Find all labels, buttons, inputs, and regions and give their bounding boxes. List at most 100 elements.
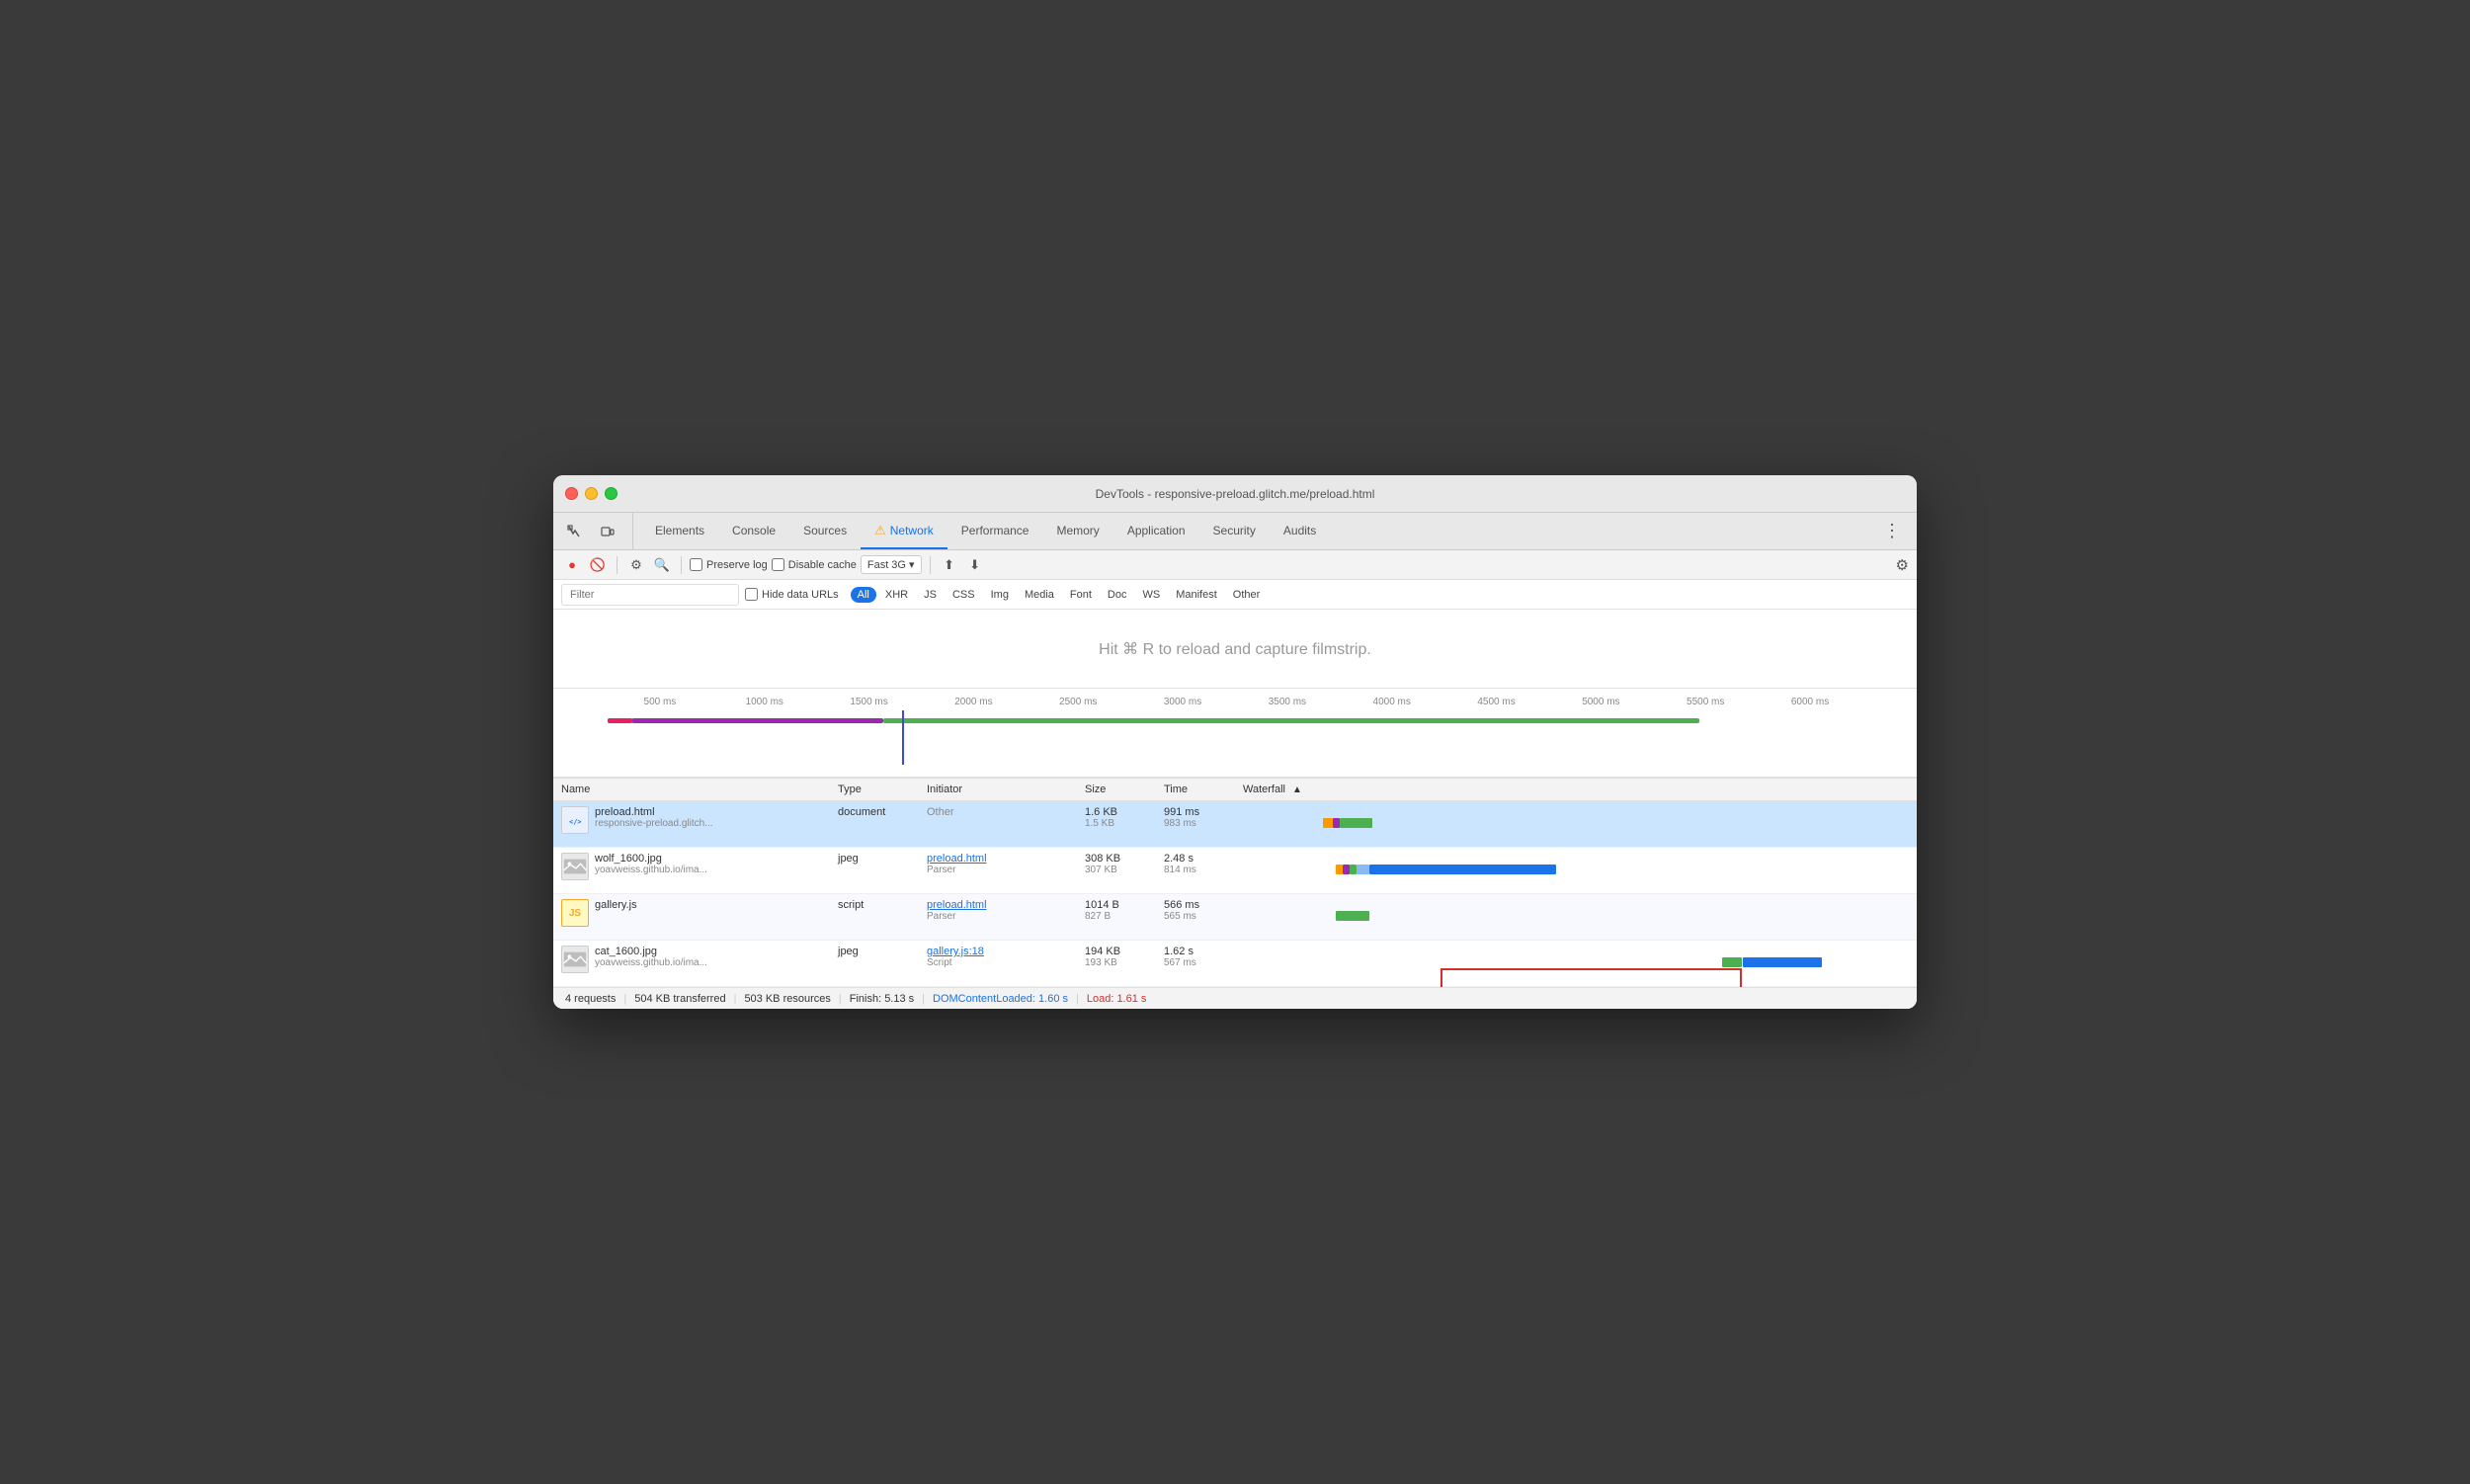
tick-1500: 1500 ms (817, 697, 922, 707)
tick-3000: 3000 ms (1130, 697, 1235, 707)
tick-6000: 6000 ms (1758, 697, 1862, 707)
hide-data-urls-label[interactable]: Hide data URLs (745, 588, 839, 601)
network-table: Name Type Initiator Size Time Waterfall … (553, 778, 1917, 987)
table-header-row: Name Type Initiator Size Time Waterfall … (553, 779, 1917, 801)
type-cell: jpeg (830, 848, 919, 894)
tab-audits[interactable]: Audits (1270, 513, 1330, 549)
waterfall-cell-1 (1235, 801, 1917, 848)
disable-cache-checkbox[interactable] (772, 558, 784, 571)
tab-performance[interactable]: Performance (947, 513, 1043, 549)
throttle-dropdown[interactable]: Fast 3G ▾ (861, 555, 922, 574)
table-row[interactable]: wolf_1600.jpg yoavweiss.github.io/ima...… (553, 848, 1917, 894)
size-cell: 194 KB 193 KB (1077, 941, 1156, 987)
close-button[interactable] (565, 487, 578, 500)
name-cell: wolf_1600.jpg yoavweiss.github.io/ima... (553, 848, 830, 894)
tab-security[interactable]: Security (1199, 513, 1270, 549)
import-button[interactable]: ⬆ (939, 554, 960, 576)
filter-all[interactable]: All (851, 587, 876, 603)
col-time[interactable]: Time (1156, 779, 1235, 801)
name-text: cat_1600.jpg yoavweiss.github.io/ima... (595, 946, 707, 968)
record-button[interactable]: ● (561, 554, 583, 576)
chevron-down-icon: ▾ (909, 558, 915, 571)
table-wrap: Name Type Initiator Size Time Waterfall … (553, 778, 1917, 987)
filter-icon[interactable]: ⚙ (625, 554, 647, 576)
tick-5000: 5000 ms (1548, 697, 1653, 707)
name-cell: JS gallery.js (553, 894, 830, 941)
disable-cache-label[interactable]: Disable cache (772, 558, 857, 571)
filter-doc[interactable]: Doc (1101, 587, 1134, 603)
col-size[interactable]: Size (1077, 779, 1156, 801)
filter-manifest[interactable]: Manifest (1169, 587, 1224, 603)
tab-network[interactable]: ⚠ Network (861, 513, 947, 549)
filter-font[interactable]: Font (1063, 587, 1099, 603)
tabs: Elements Console Sources ⚠ Network Perfo… (641, 513, 1875, 549)
table-row[interactable]: </> preload.html responsive-preload.glit… (553, 801, 1917, 848)
col-waterfall[interactable]: Waterfall ▲ (1235, 779, 1917, 801)
filter-img[interactable]: Img (984, 587, 1016, 603)
load-time: Load: 1.61 s (1087, 993, 1147, 1005)
filter-types: All XHR JS CSS Img Media Font Doc WS Man… (851, 587, 1268, 603)
file-icon-img (561, 853, 589, 880)
filter-input[interactable] (561, 584, 739, 606)
col-type[interactable]: Type (830, 779, 919, 801)
table-row[interactable]: cat_1600.jpg yoavweiss.github.io/ima... … (553, 941, 1917, 987)
filter-ws[interactable]: WS (1135, 587, 1167, 603)
more-tabs-button[interactable]: ⋮ (1875, 513, 1909, 549)
export-button[interactable]: ⬇ (964, 554, 986, 576)
tab-console[interactable]: Console (718, 513, 789, 549)
window-title: DevTools - responsive-preload.glitch.me/… (1096, 487, 1375, 501)
file-icon-js: JS (561, 899, 589, 927)
resources-size: 503 KB resources (744, 993, 830, 1005)
tick-1000: 1000 ms (712, 697, 817, 707)
minimize-button[interactable] (585, 487, 598, 500)
waterfall-cell-3 (1235, 894, 1917, 941)
name-text: gallery.js (595, 899, 637, 911)
file-icon-img2 (561, 946, 589, 973)
waterfall-cell-2 (1235, 848, 1917, 894)
settings-button[interactable]: ⚙ (1896, 556, 1909, 574)
name-text: wolf_1600.jpg yoavweiss.github.io/ima... (595, 853, 707, 875)
filmstrip-hint: Hit ⌘ R to reload and capture filmstrip. (1099, 639, 1371, 659)
hide-data-urls-checkbox[interactable] (745, 588, 758, 601)
network-toolbar: ● 🚫 ⚙ 🔍 Preserve log Disable cache Fast … (553, 550, 1917, 580)
tick-2500: 2500 ms (1026, 697, 1130, 707)
inspect-icon[interactable] (561, 519, 587, 544)
maximize-button[interactable] (605, 487, 618, 500)
type-cell: jpeg (830, 941, 919, 987)
size-cell: 1014 B 827 B (1077, 894, 1156, 941)
filter-other[interactable]: Other (1226, 587, 1268, 603)
time-cell: 991 ms 983 ms (1156, 801, 1235, 848)
clear-button[interactable]: 🚫 (587, 554, 609, 576)
type-cell: script (830, 894, 919, 941)
tab-sources[interactable]: Sources (789, 513, 861, 549)
size-cell: 308 KB 307 KB (1077, 848, 1156, 894)
search-button[interactable]: 🔍 (651, 554, 673, 576)
tick-4500: 4500 ms (1444, 697, 1549, 707)
transferred-size: 504 KB transferred (634, 993, 725, 1005)
name-text: preload.html responsive-preload.glitch..… (595, 806, 713, 829)
time-cell: 2.48 s 814 ms (1156, 848, 1235, 894)
filter-js[interactable]: JS (917, 587, 944, 603)
tab-memory[interactable]: Memory (1042, 513, 1112, 549)
col-initiator[interactable]: Initiator (919, 779, 1077, 801)
tick-500: 500 ms (608, 697, 712, 707)
tab-elements[interactable]: Elements (641, 513, 718, 549)
preserve-log-label[interactable]: Preserve log (690, 558, 768, 571)
file-icon-html: </> (561, 806, 589, 834)
col-name[interactable]: Name (553, 779, 830, 801)
time-cell: 566 ms 565 ms (1156, 894, 1235, 941)
filter-xhr[interactable]: XHR (878, 587, 915, 603)
filmstrip-area: Hit ⌘ R to reload and capture filmstrip. (553, 610, 1917, 689)
tick-2000: 2000 ms (921, 697, 1026, 707)
tab-application[interactable]: Application (1113, 513, 1199, 549)
timeline-area: 500 ms 1000 ms 1500 ms 2000 ms 2500 ms 3… (553, 689, 1917, 778)
dom-content-loaded: DOMContentLoaded: 1.60 s (933, 993, 1068, 1005)
timeline-ruler: 500 ms 1000 ms 1500 ms 2000 ms 2500 ms 3… (608, 693, 1917, 710)
initiator-cell: preload.html Parser (919, 848, 1077, 894)
filter-media[interactable]: Media (1018, 587, 1061, 603)
tab-bar: Elements Console Sources ⚠ Network Perfo… (553, 513, 1917, 550)
device-toolbar-icon[interactable] (595, 519, 620, 544)
preserve-log-checkbox[interactable] (690, 558, 702, 571)
filter-css[interactable]: CSS (946, 587, 982, 603)
table-row[interactable]: JS gallery.js script preload.html Parser (553, 894, 1917, 941)
